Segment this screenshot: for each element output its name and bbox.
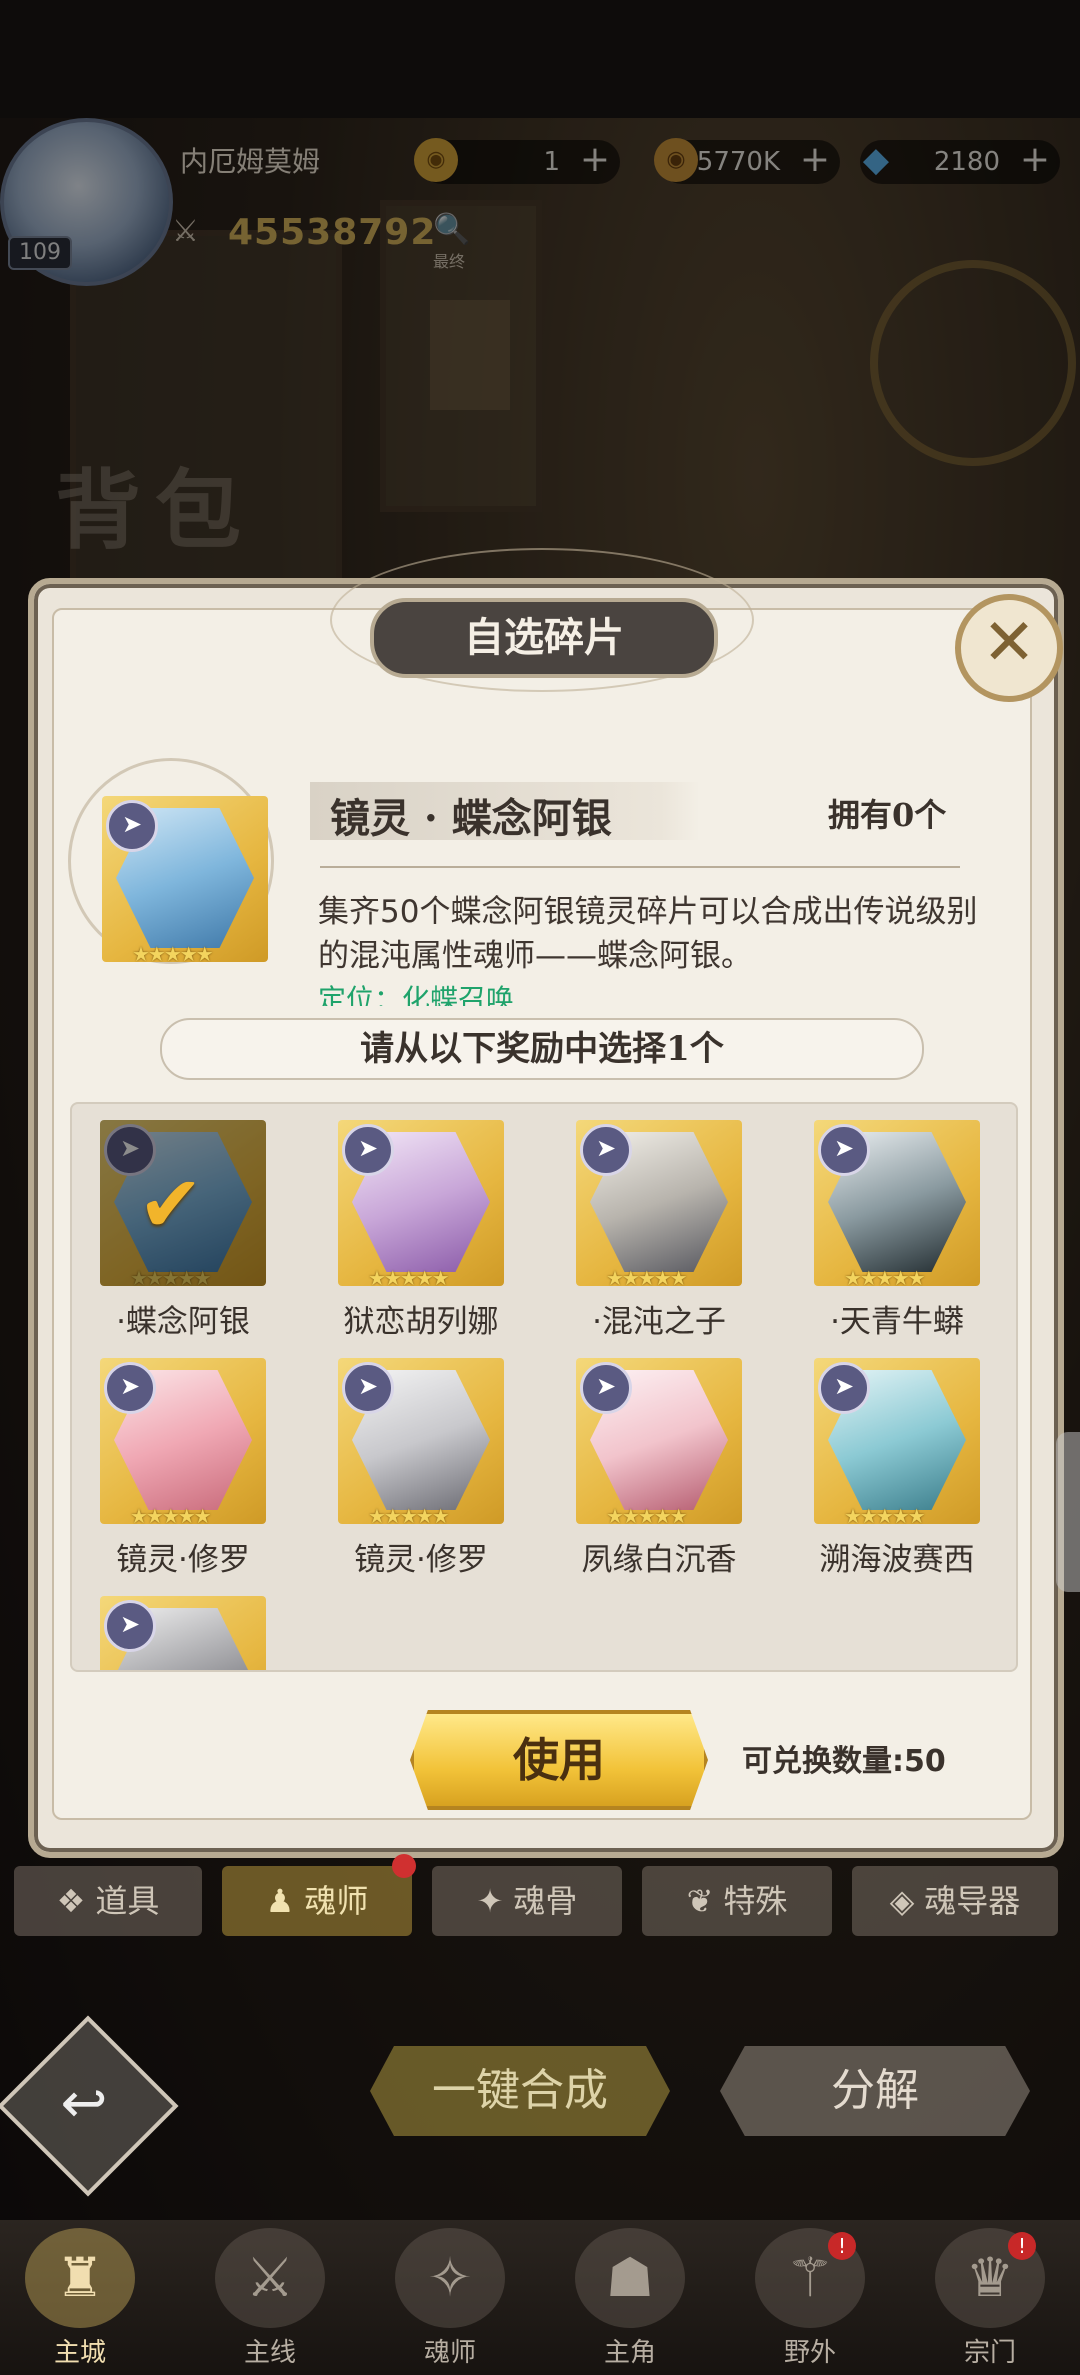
chaos-emblem-icon: ➤ <box>818 1362 870 1414</box>
chaos-emblem-icon: ➤ <box>106 800 158 852</box>
tab-special[interactable]: ❦ 特殊 <box>642 1866 832 1936</box>
star-rating: ★★★★★ <box>130 1504 212 1524</box>
chaos-emblem-icon: ➤ <box>580 1362 632 1414</box>
selected-item-card: ➤ ★★★★★ <box>102 796 268 964</box>
back-arrow-icon: ↩ <box>60 2071 108 2136</box>
item-position: 定位：化蝶召唤 <box>318 983 515 1006</box>
reward-card[interactable]: ➤ ★★★★★ 夙缘白沉香 <box>576 1358 742 1579</box>
chaos-emblem-icon: ➤ <box>104 1362 156 1414</box>
tab-soul-device[interactable]: ◈ 魂导器 <box>852 1866 1058 1936</box>
nav-label: 宗门 <box>963 2338 1016 2368</box>
chaos-emblem-icon: ➤ <box>580 1124 632 1176</box>
star-rating: ★★★★★ <box>368 1266 450 1286</box>
reward-card-label: ·蝶念阿银 <box>116 1304 250 1340</box>
tab-label: 魂导器 <box>924 1882 1021 1920</box>
nav-label: 魂师 <box>423 2338 476 2368</box>
item-name: 镜灵 · 蝶念阿银 <box>330 795 612 842</box>
book-icon: ✧ <box>395 2228 505 2328</box>
item-description: 集齐50个蝶念阿银镜灵碎片可以合成出传说级别的混沌属性魂师——蝶念阿银。 <box>318 894 978 974</box>
castle-icon: ♜ <box>25 2228 135 2328</box>
chaos-emblem-icon: ➤ <box>818 1124 870 1176</box>
star-rating: ★★★★★ <box>844 1266 926 1286</box>
modal-title: 自选碎片 <box>370 598 718 678</box>
wing-icon: ❦ <box>686 1882 714 1920</box>
tab-label: 魂师 <box>304 1882 369 1920</box>
nav-sect[interactable]: ♛ 宗门! <box>910 2228 1070 2368</box>
reward-card[interactable]: ➤ ★★★★★ ✔ ·蝶念阿银 <box>100 1120 266 1341</box>
bag-icon: ❖ <box>56 1882 86 1920</box>
notification-badge: ! <box>828 2232 856 2260</box>
exchange-count: 可兑换数量:50 <box>742 1744 946 1779</box>
nav-mainline[interactable]: ⚔ 主线 <box>190 2228 350 2368</box>
chaos-emblem-icon: ➤ <box>342 1362 394 1414</box>
tab-soulmaster[interactable]: ♟ 魂师 <box>222 1866 412 1936</box>
status-strip <box>0 0 1080 118</box>
nav-wild[interactable]: ⚚ 野外! <box>730 2228 890 2368</box>
notification-badge: ! <box>1008 2232 1036 2260</box>
tab-items[interactable]: ❖ 道具 <box>14 1866 202 1936</box>
reward-card[interactable]: ➤ ★★★★★ 镜灵·修罗 <box>338 1358 504 1579</box>
chaos-emblem-icon: ➤ <box>104 1600 156 1652</box>
reward-card-label: 夙缘白沉香 <box>581 1542 737 1578</box>
reward-card[interactable]: ➤ ★★★★★ ·天青牛蟒 <box>814 1120 980 1341</box>
star-rating: ★★★★★ <box>130 1266 212 1286</box>
star-rating: ★★★★★ <box>844 1504 926 1524</box>
close-icon: ✕ <box>982 606 1036 680</box>
soulmaster-icon: ♟ <box>265 1882 295 1920</box>
checkmark-icon: ✔ <box>138 1160 204 1250</box>
tab-label: 魂骨 <box>513 1882 578 1920</box>
star-rating: ★★★★★ <box>368 1504 450 1524</box>
hero-icon: ☗ <box>575 2228 685 2328</box>
reward-grid: ➤ ★★★★★ ✔ ·蝶念阿银 ➤ ★★★★★ 狱恋胡列娜 ➤ ★★★★★ ·混… <box>70 1102 1018 1672</box>
star-rating: ★★★★★ <box>606 1504 688 1524</box>
reward-card[interactable]: ➤ ★★★★★ ·混沌之子 <box>576 1120 742 1341</box>
use-button[interactable]: 使用 <box>410 1710 708 1810</box>
nav-main-city[interactable]: ♜ 主城 <box>0 2228 160 2368</box>
reward-card[interactable]: ➤ ★★★★★ 镜灵·修罗 <box>100 1358 266 1579</box>
nav-label: 主线 <box>243 2338 296 2368</box>
side-drawer-handle[interactable] <box>1056 1432 1080 1592</box>
gem-icon: ◈ <box>889 1882 915 1920</box>
reward-card[interactable]: ➤ ★★★★★ 狱恋胡列娜 <box>338 1120 504 1341</box>
owned-count: 拥有0个 <box>828 796 947 834</box>
divider <box>320 866 960 868</box>
soulbone-icon: ✦ <box>476 1882 504 1920</box>
nav-label: 主角 <box>603 2338 656 2368</box>
reward-card-label: 狱恋胡列娜 <box>343 1304 499 1340</box>
nav-hero[interactable]: ☗ 主角 <box>550 2228 710 2368</box>
nav-label: 野外 <box>783 2338 836 2368</box>
notification-dot <box>392 1854 416 1878</box>
close-button[interactable]: ✕ <box>955 594 1063 702</box>
mainline-icon: ⚔ <box>215 2228 325 2328</box>
star-rating: ★★★★★ <box>132 942 214 962</box>
reward-card-label: ·天青牛蟒 <box>830 1304 964 1340</box>
choose-banner: 请从以下奖励中选择1个 <box>160 1018 924 1080</box>
nav-label: 主城 <box>53 2338 106 2368</box>
tab-label: 道具 <box>95 1882 160 1920</box>
reward-card-label: 镜灵·修罗 <box>116 1542 250 1578</box>
reward-card-label: ·混沌之子 <box>592 1304 726 1340</box>
reward-card[interactable]: ➤ ★★★★★ 溯海波赛西 <box>814 1358 980 1579</box>
combine-all-button[interactable]: 一键合成 <box>370 2046 670 2136</box>
decompose-button[interactable]: 分解 <box>720 2046 1030 2136</box>
nav-soulmaster[interactable]: ✧ 魂师 <box>370 2228 530 2368</box>
reward-card-label: 镜灵·修罗 <box>354 1542 488 1578</box>
tab-label: 特殊 <box>723 1882 788 1920</box>
star-rating: ★★★★★ <box>606 1266 688 1286</box>
chaos-emblem-icon: ➤ <box>342 1124 394 1176</box>
reward-card[interactable]: ➤ <box>100 1596 266 1670</box>
tab-soulbone[interactable]: ✦ 魂骨 <box>432 1866 622 1936</box>
reward-card-label: 溯海波赛西 <box>819 1542 975 1578</box>
